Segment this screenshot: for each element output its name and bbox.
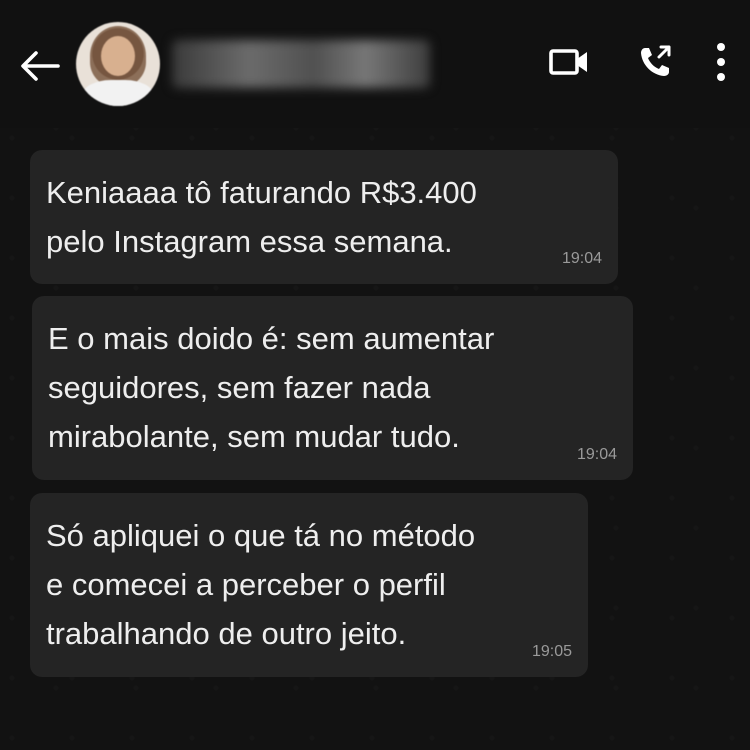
contact-name[interactable] (172, 40, 430, 88)
message-bubble[interactable]: Só apliquei o que tá no método e comecei… (30, 493, 588, 677)
message-text: E o mais doido é: sem aumentar seguidore… (48, 321, 495, 454)
video-call-button[interactable] (546, 40, 592, 84)
more-vertical-icon (717, 43, 725, 81)
back-button[interactable] (14, 44, 64, 88)
voice-call-icon (641, 45, 671, 76)
message-time: 19:04 (576, 446, 617, 463)
voice-call-button[interactable] (634, 40, 676, 84)
avatar-shirt (82, 80, 154, 106)
message-bubble[interactable]: E o mais doido é: sem aumentar seguidore… (32, 296, 633, 480)
message-time: 19:05 (531, 643, 572, 660)
message-text: Keniaaaa tô faturando R$3.400 pelo Insta… (46, 175, 477, 259)
message-bubble[interactable]: Keniaaaa tô faturando R$3.400 pelo Insta… (30, 150, 618, 284)
video-call-icon (549, 49, 587, 75)
more-options-button[interactable] (704, 40, 738, 84)
message-text: Só apliquei o que tá no método e comecei… (46, 518, 476, 651)
chat-header (0, 0, 750, 128)
avatar-face (101, 36, 135, 76)
message-time: 19:04 (561, 250, 602, 267)
arrow-left-icon (21, 51, 60, 81)
avatar[interactable] (76, 22, 160, 106)
